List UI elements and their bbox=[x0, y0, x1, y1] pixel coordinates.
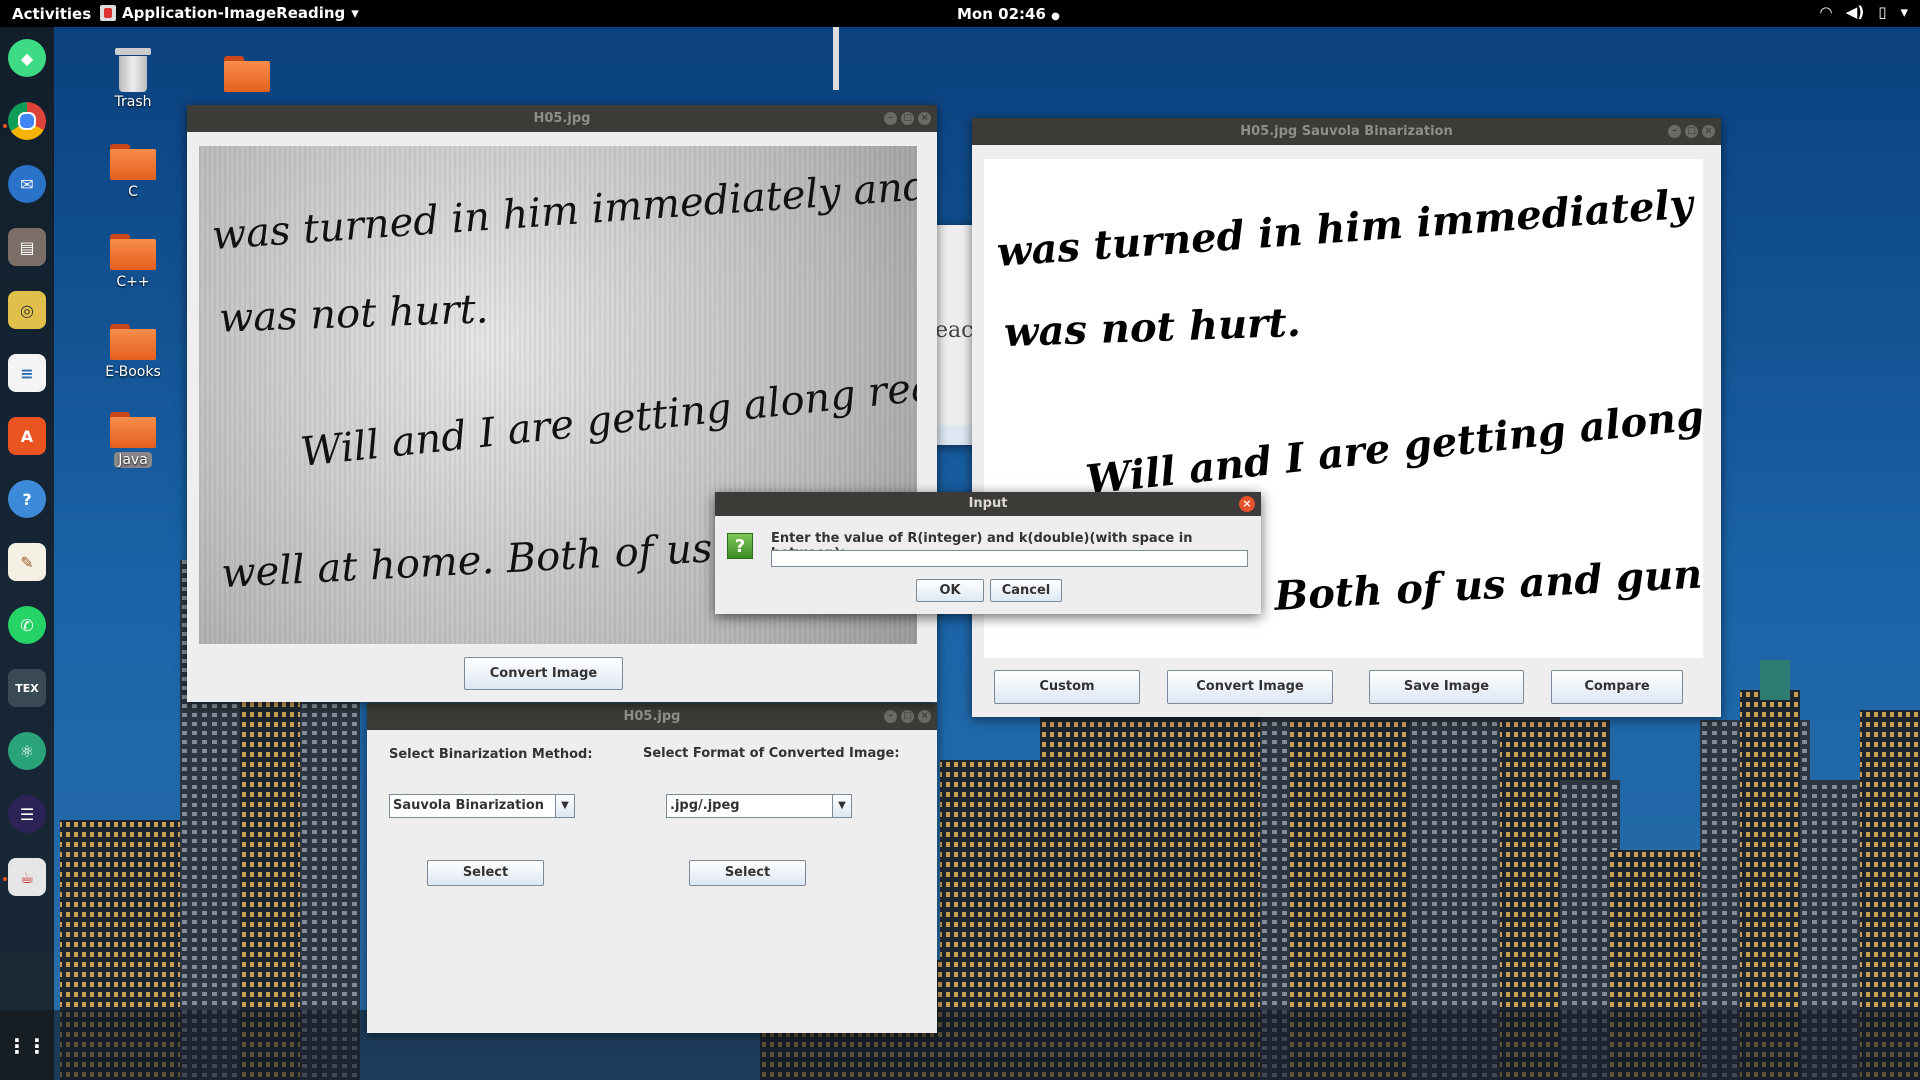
window-title: H05.jpg bbox=[533, 111, 591, 126]
chevron-down-icon: ▾ bbox=[351, 4, 359, 22]
thunderbird-icon[interactable]: ✉ bbox=[8, 165, 46, 203]
dialog-titlebar[interactable]: Input × bbox=[715, 492, 1261, 516]
battery-icon: ▯ bbox=[1878, 3, 1887, 21]
compare-button[interactable]: Compare bbox=[1551, 670, 1683, 704]
background-window-text: eac bbox=[935, 318, 974, 343]
background-window[interactable]: eac bbox=[935, 225, 975, 445]
desktop-icon-trash[interactable]: Trash bbox=[93, 48, 173, 110]
chevron-down-icon: ▼ bbox=[832, 795, 851, 817]
android-studio-icon[interactable]: ◆ bbox=[8, 39, 46, 77]
format-select[interactable]: .jpg/.jpeg ▼ bbox=[666, 794, 852, 818]
dock: ◆ ✉ ▤ ◎ ≡ A ? ✎ ✆ TEX ⚛ ☰ ☕ ⋮⋮ bbox=[0, 27, 54, 1080]
r-k-input[interactable] bbox=[771, 550, 1248, 567]
ok-button[interactable]: OK bbox=[916, 579, 984, 602]
close-icon[interactable]: × bbox=[918, 112, 931, 125]
maximize-icon[interactable]: □ bbox=[901, 710, 914, 723]
desktop-icon-label: Java bbox=[114, 452, 152, 468]
close-icon[interactable]: × bbox=[1702, 125, 1715, 138]
running-indicator bbox=[3, 877, 7, 881]
clock-label: Mon 02:46 bbox=[957, 5, 1046, 23]
dialog-title: Input bbox=[968, 496, 1008, 511]
folder-icon bbox=[110, 412, 156, 448]
minimize-icon[interactable]: – bbox=[884, 112, 897, 125]
handwriting-line: Both of us and gunning bbox=[1273, 545, 1703, 620]
cancel-button[interactable]: Cancel bbox=[990, 579, 1062, 602]
libreoffice-writer-icon[interactable]: ≡ bbox=[8, 354, 46, 392]
window-titlebar[interactable]: H05.jpg – □ × bbox=[367, 703, 937, 730]
handwriting-line: was not hurt. bbox=[218, 286, 490, 342]
app-menu-label: Application-ImageReading bbox=[122, 4, 346, 22]
folder-icon bbox=[110, 144, 156, 180]
desktop-icon-c[interactable]: C bbox=[93, 144, 173, 200]
window-titlebar[interactable]: H05.jpg Sauvola Binarization – □ × bbox=[972, 118, 1721, 145]
top-bar: Activities Application-ImageReading ▾ Mo… bbox=[0, 0, 1920, 27]
java-app-icon[interactable]: ☕ bbox=[8, 858, 46, 896]
select-value: .jpg/.jpeg bbox=[670, 798, 740, 813]
folder-icon bbox=[110, 324, 156, 360]
window-title: H05.jpg bbox=[623, 709, 681, 724]
desktop-icon-folder[interactable] bbox=[207, 56, 287, 96]
binarized-image-window: H05.jpg Sauvola Binarization – □ × was t… bbox=[972, 118, 1721, 717]
software-center-icon[interactable]: A bbox=[8, 417, 46, 455]
desktop-icon-ebooks[interactable]: E-Books bbox=[93, 324, 173, 380]
activities-button[interactable]: Activities bbox=[12, 5, 91, 23]
format-label: Select Format of Converted Image: bbox=[643, 746, 900, 761]
maximize-icon[interactable]: □ bbox=[1685, 125, 1698, 138]
notification-dot: ● bbox=[1051, 11, 1060, 22]
question-icon: ? bbox=[727, 533, 753, 559]
select-format-button[interactable]: Select bbox=[689, 860, 806, 886]
text-editor-icon[interactable]: ✎ bbox=[8, 543, 46, 581]
atom-icon[interactable]: ⚛ bbox=[8, 732, 46, 770]
input-dialog: Input × ? Enter the value of R(integer) … bbox=[715, 492, 1261, 614]
texmaker-icon[interactable]: TEX bbox=[8, 669, 46, 707]
desktop-icon-cpp[interactable]: C++ bbox=[93, 234, 173, 290]
help-icon[interactable]: ? bbox=[8, 480, 46, 518]
save-image-button[interactable]: Save Image bbox=[1369, 670, 1524, 704]
desktop-icon-label: C++ bbox=[116, 274, 150, 290]
window-title: H05.jpg Sauvola Binarization bbox=[1240, 124, 1453, 139]
trash-icon bbox=[115, 48, 151, 92]
handwriting-line: was not hurt. bbox=[1003, 298, 1302, 357]
desktop-icon-java[interactable]: Java bbox=[93, 412, 173, 468]
desktop-icon-label: Trash bbox=[114, 94, 152, 110]
rhythmbox-icon[interactable]: ◎ bbox=[8, 291, 46, 329]
chrome-icon[interactable] bbox=[8, 102, 46, 140]
minimize-icon[interactable]: – bbox=[884, 710, 897, 723]
custom-button[interactable]: Custom bbox=[994, 670, 1140, 704]
chevron-down-icon: ▾ bbox=[1900, 3, 1908, 21]
files-icon[interactable]: ▤ bbox=[8, 228, 46, 266]
desktop-icon-label: C bbox=[128, 184, 138, 200]
folder-icon bbox=[110, 234, 156, 270]
desktop-icon-label: E-Books bbox=[105, 364, 161, 380]
folder-icon bbox=[224, 56, 270, 92]
system-tray[interactable]: ◠ ◀) ▯ ▾ bbox=[1820, 3, 1908, 21]
clock[interactable]: Mon 02:46 ● bbox=[957, 5, 1060, 23]
method-label: Select Binarization Method: bbox=[389, 747, 593, 762]
close-icon[interactable]: × bbox=[918, 710, 931, 723]
eclipse-icon[interactable]: ☰ bbox=[8, 795, 46, 833]
whatsapp-icon[interactable]: ✆ bbox=[8, 606, 46, 644]
close-icon[interactable]: × bbox=[1239, 496, 1255, 512]
app-menu-icon bbox=[100, 5, 116, 21]
binarization-method-select[interactable]: Sauvola Binarization ▼ bbox=[389, 794, 575, 818]
select-value: Sauvola Binarization bbox=[393, 798, 545, 813]
options-window: H05.jpg – □ × Select Binarization Method… bbox=[367, 703, 937, 1033]
handwriting-line: was turned in him immediately and he bbox=[995, 169, 1703, 277]
volume-icon: ◀) bbox=[1845, 3, 1865, 21]
app-menu[interactable]: Application-ImageReading ▾ bbox=[100, 4, 359, 22]
window-titlebar[interactable]: H05.jpg – □ × bbox=[187, 105, 937, 132]
app-grid-icon[interactable]: ⋮⋮ bbox=[7, 1027, 47, 1065]
background-window-bar bbox=[935, 425, 975, 445]
chevron-down-icon: ▼ bbox=[555, 795, 574, 817]
running-indicator bbox=[3, 124, 7, 128]
handwriting-line: Will and I are getting along real bbox=[1083, 381, 1703, 504]
select-method-button[interactable]: Select bbox=[427, 860, 544, 886]
convert-image-button[interactable]: Convert Image bbox=[464, 657, 623, 690]
maximize-icon[interactable]: □ bbox=[901, 112, 914, 125]
wifi-icon: ◠ bbox=[1820, 3, 1832, 21]
minimize-icon[interactable]: – bbox=[1668, 125, 1681, 138]
convert-image-button[interactable]: Convert Image bbox=[1167, 670, 1333, 704]
